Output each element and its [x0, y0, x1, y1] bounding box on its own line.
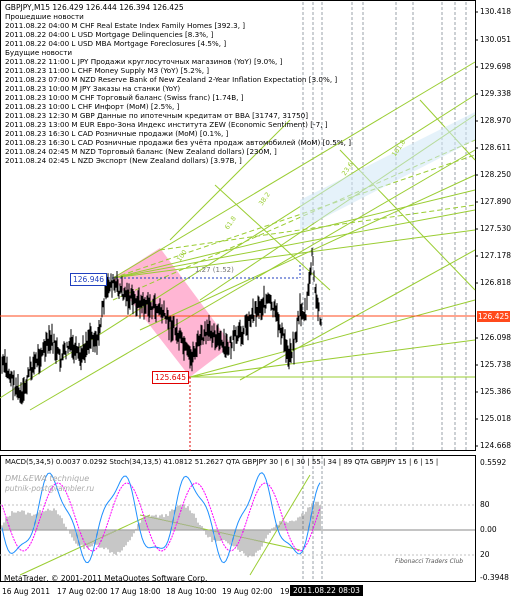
price-scale-label: 127.530	[480, 224, 511, 233]
watermark-line: putnik-post@rambler.ru	[5, 484, 95, 493]
time-axis-label: 19 Aug 02:00	[222, 587, 273, 596]
indicator-top-value: 0.5592	[480, 458, 507, 467]
metatrader-window: 61.8 38.2 23.6 100 161.8 1.27 (1.52) GBP…	[0, 0, 511, 600]
price-scale-label: 127.178	[480, 251, 511, 260]
price-scale-label: 128.611	[480, 143, 511, 152]
news-line: 2011.08.22 04:00 L USD Mortgage Delinque…	[5, 30, 214, 39]
high-price-tag: 126.946	[70, 273, 108, 286]
news-line: 2011.08.23 07:00 M NZD Reserve Bank of N…	[5, 75, 338, 84]
news-line: Прошедшие новости	[5, 12, 84, 21]
price-scale-label: 128.250	[480, 170, 511, 179]
price-scale-label: 126.818	[480, 278, 511, 287]
news-line: 2011.08.22 04:00 M CHF Real Estate Index…	[5, 21, 246, 30]
news-line: 2011.08.22 04:00 L USD MBA Mortgage Fore…	[5, 39, 227, 48]
low-price-tag: 125.645	[152, 371, 190, 384]
indicator-scale-label: -0.3948	[480, 573, 509, 582]
price-scale-label: 130.051	[480, 35, 511, 44]
club-watermark: Fibonacci Traders Club	[395, 558, 464, 565]
time-axis-label: 16 Aug 2011	[2, 587, 51, 596]
indicator-scale-label: 80	[480, 500, 490, 509]
price-scale-label: 124.668	[480, 441, 511, 450]
news-line: 2011.08.23 10:00 M CHF Торговый баланс (…	[5, 93, 244, 102]
watermark-line: DML&EWA technique	[5, 474, 90, 483]
news-line: 2011.08.23 16:30 L CAD Розничные продажи…	[5, 138, 351, 147]
chart-header: GBPJPY,M15 126.429 126.444 126.394 126.4…	[5, 3, 184, 12]
time-axis[interactable]: 16 Aug 2011 17 Aug 02:00 17 Aug 18:00 18 Au…	[0, 584, 476, 600]
price-scale-label: 126.098	[480, 333, 511, 342]
price-scale-label: 128.970	[480, 116, 511, 125]
copyright-footer: MetaTrader, © 2001-2011 MetaQuotes Softw…	[4, 574, 208, 583]
news-line: 2011.08.23 10:00 M JPY Заказы на станки …	[5, 84, 181, 93]
time-axis-label: 17 Aug 18:00	[110, 587, 161, 596]
price-scale-label: 125.386	[480, 387, 511, 396]
price-scale-label: 125.018	[480, 414, 511, 423]
time-axis-label: 17 Aug 02:00	[57, 587, 108, 596]
news-line: 2011.08.23 16:30 L CAD Розничные продажи…	[5, 129, 229, 138]
news-line: Будущие новости	[5, 48, 73, 57]
news-line: 2011.08.23 12:30 M GBP Данные по ипотечн…	[5, 111, 309, 120]
news-line: 2011.08.22 11:00 L JPY Продажи круглосут…	[5, 57, 283, 66]
news-line: 2011.08.23 13:00 M EUR Евро-Зона Индекс …	[5, 120, 328, 129]
news-line: 2011.08.23 10:00 L CHF Инфорт (MoM) [2.5…	[5, 102, 180, 111]
indicator-scale-label: 0.00	[480, 525, 497, 534]
current-price-tag: 126.425	[477, 311, 510, 322]
fib-note: 1.27 (1.52)	[195, 266, 234, 274]
news-line: 2011.08.24 02:45 L NZD Экспорт (New Zeal…	[5, 156, 242, 165]
indicator-scale-label: 20	[480, 550, 490, 559]
price-scale-label: 129.338	[480, 89, 511, 98]
price-scale-label: 125.738	[480, 360, 511, 369]
news-line: 2011.08.24 02:45 M NZD Торговый баланс (…	[5, 147, 277, 156]
price-scale-label: 129.698	[480, 62, 511, 71]
news-line: 2011.08.23 11:00 L CHF Money Supply M3 (…	[5, 66, 210, 75]
price-scale-label: 130.418	[480, 7, 511, 16]
time-axis-label: 18 Aug 10:00	[166, 587, 217, 596]
price-scale[interactable]: 130.418 130.051 129.698 129.338 128.970 128.6…	[478, 0, 511, 452]
price-scale-label: 127.890	[480, 197, 511, 206]
news-panel: Прошедшие новости 2011.08.22 04:00 M CHF …	[5, 12, 351, 165]
indicator-title: MACD(5,34,5) 0.0037 0.0292 Stoch(34,13,5…	[5, 458, 439, 466]
time-cursor-label: 2011.08.22 08:03	[290, 585, 363, 596]
